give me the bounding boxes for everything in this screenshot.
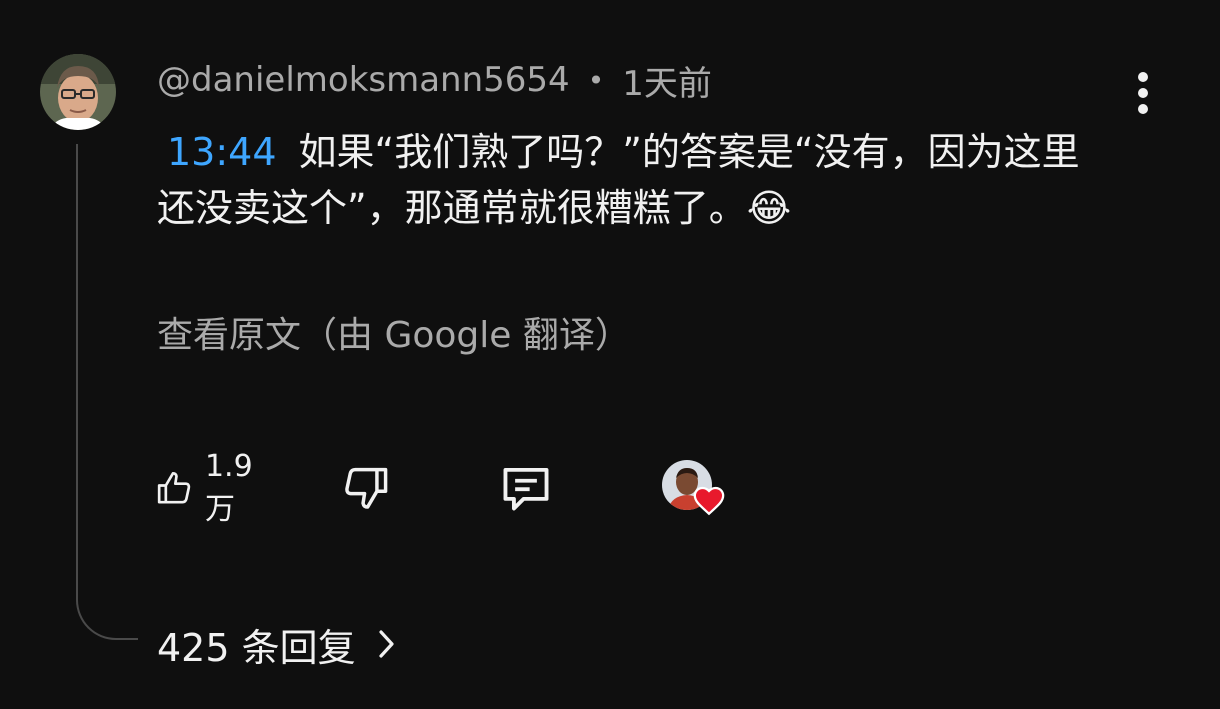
comment-header: @danielmoksmann5654 • 1天前 <box>157 58 712 104</box>
thumb-up-icon <box>157 472 191 504</box>
author-avatar[interactable] <box>40 54 116 130</box>
view-original-link[interactable]: 查看原文（由 Google 翻译） <box>157 306 631 358</box>
creator-heart <box>662 460 730 524</box>
author-handle[interactable]: @danielmoksmann5654 <box>157 60 570 100</box>
user-avatar-icon <box>40 54 116 130</box>
comment-time: 1天前 <box>622 63 712 104</box>
header-separator: • <box>587 63 605 97</box>
more-options-button[interactable] <box>1126 70 1160 116</box>
dislike-button[interactable] <box>339 456 391 520</box>
timestamp-link[interactable]: 13:44 <box>167 130 277 174</box>
reply-thread-line <box>76 144 138 640</box>
replies-label: 425 条回复 <box>157 625 356 670</box>
comment-icon <box>503 467 549 511</box>
chevron-right-icon <box>379 630 394 658</box>
thumb-down-icon <box>345 467 388 509</box>
more-vert-icon <box>1138 72 1148 82</box>
like-button[interactable]: 1.9万 <box>155 449 265 527</box>
comment-text: 如果“我们熟了吗？”的答案是“没有，因为这里还没卖这个”，那通常就很糟糕了。😂 <box>157 130 1080 230</box>
reply-button[interactable] <box>497 456 555 520</box>
creator-heart-icon <box>693 486 725 516</box>
comment-body: 13:44 如果“我们熟了吗？”的答案是“没有，因为这里还没卖这个”，那通常就很糟… <box>157 124 1117 236</box>
like-count: 1.9万 <box>204 448 253 527</box>
view-replies-button[interactable]: 425 条回复 <box>157 616 398 672</box>
